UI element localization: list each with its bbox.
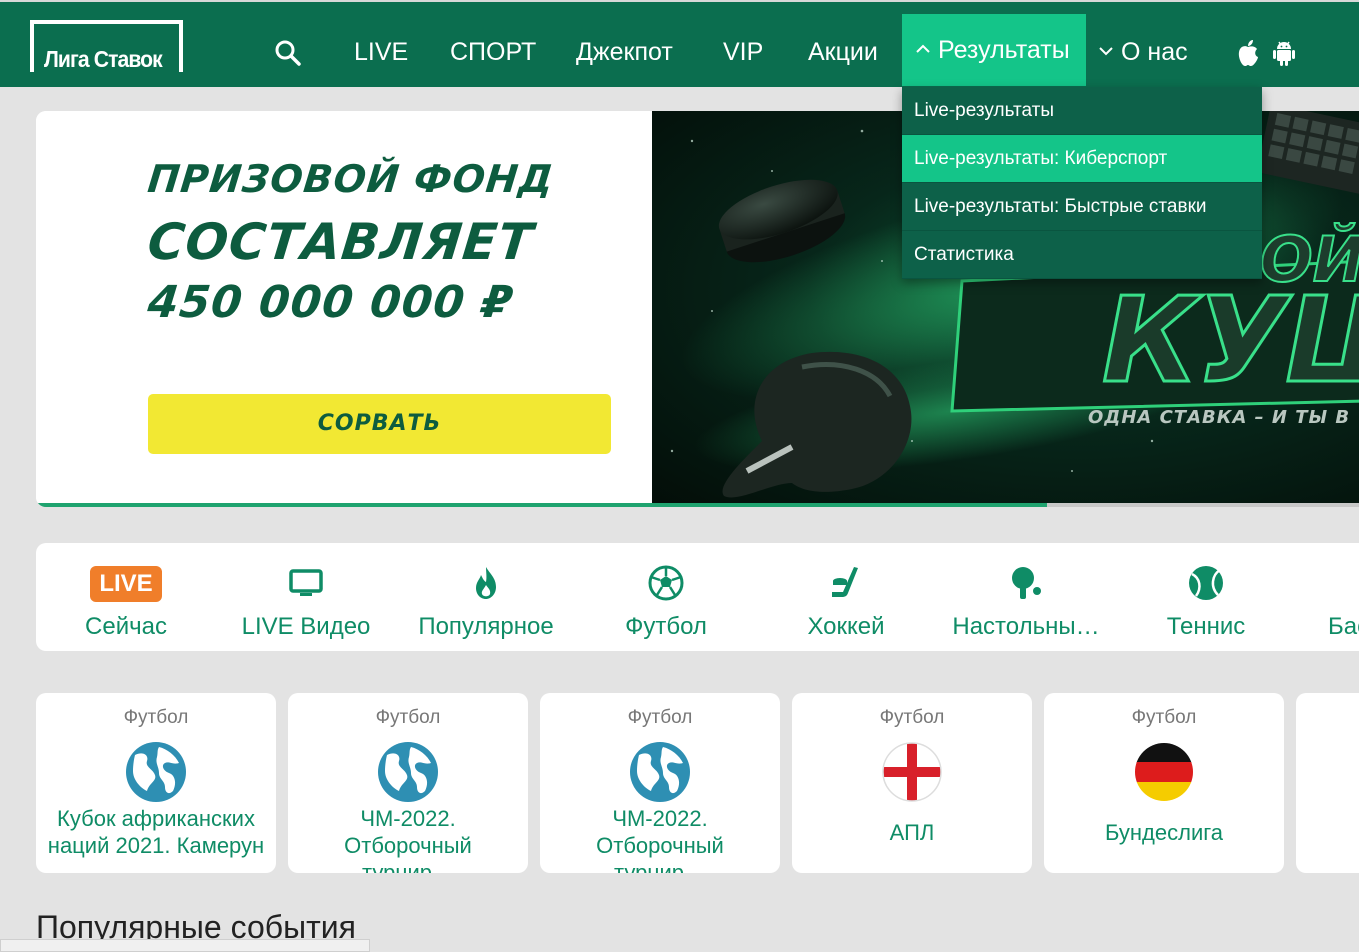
card-sport: Футбол (375, 707, 441, 728)
card-league-name: Бундеслига (1104, 820, 1224, 845)
card-league-name: ЧМ-2022. Отборочный турнир… (344, 806, 472, 873)
banner-line-2: СОСТАВЛЯЕТ (144, 213, 537, 271)
globe-icon (126, 742, 186, 802)
nav-jackpot[interactable]: Джекпот (576, 16, 673, 88)
banner-line-3: 450 000 000 ₽ (145, 277, 516, 328)
nav-live-label: LIVE (354, 38, 409, 66)
results-dropdown: Live-результаты Live-результаты: Киберсп… (902, 87, 1262, 279)
nav-live[interactable]: LIVE (354, 16, 408, 88)
league-card[interactable]: Футбол Кубок африканских наций 2021. Кам… (36, 693, 276, 873)
sport-live-now[interactable]: LIVE Сейчас (36, 543, 216, 651)
globe-icon (378, 742, 438, 802)
header: Лига Ставок LIVE СПОРТ Джекпот VIP Акции… (0, 2, 1359, 87)
logo[interactable]: Лига Ставок (30, 20, 183, 72)
table-tennis-icon (1012, 567, 1041, 599)
apple-icon[interactable] (1236, 38, 1260, 68)
nav-vip[interactable]: VIP (723, 16, 763, 88)
card-sport: Футбол (123, 707, 189, 728)
promo-sub-text: ОДНА СТАВКА – И ТЫ В (1088, 407, 1351, 428)
fire-icon (476, 567, 496, 599)
chevron-down-icon (1099, 47, 1113, 56)
banner-line-1: ПРИЗОВОЙ ФОНД (145, 157, 557, 201)
live-badge: LIVE (90, 566, 162, 602)
results-menu-fast-bets[interactable]: Live-результаты: Быстрые ставки (902, 183, 1262, 231)
card-league-name: АПЛ (889, 820, 935, 845)
sport-hockey[interactable]: Хоккей (756, 543, 936, 651)
promo-big-text: КУШ (1100, 270, 1359, 411)
sport-label: Теннис (1166, 613, 1246, 640)
england-flag-icon (882, 742, 942, 802)
nav-about-label: О нас (1121, 38, 1188, 66)
nav-promotions[interactable]: Акции (808, 16, 878, 88)
sport-label: Сейчас (85, 613, 167, 640)
sport-popular[interactable]: Популярное (396, 543, 576, 651)
sport-categories: LIVE Сейчас LIVE Видео Популярное Футбол… (36, 543, 1359, 651)
sport-label: LIVE Видео (241, 613, 371, 640)
card-league-name: Кубок африканских наций 2021. Камерун (47, 806, 265, 858)
sport-label: Футбол (625, 613, 707, 640)
sport-tennis[interactable]: Теннис (1116, 543, 1296, 651)
nav-sport[interactable]: СПОРТ (450, 16, 536, 88)
league-card-partial[interactable] (1296, 693, 1359, 873)
nav-promotions-label: Акции (808, 38, 878, 66)
card-sport: Футбол (879, 707, 945, 728)
chevron-up-icon (916, 44, 930, 54)
nav-results[interactable]: Результаты (902, 14, 1086, 86)
results-menu-live[interactable]: Live-результаты (902, 87, 1262, 135)
nav-about[interactable]: О нас (1097, 16, 1188, 88)
card-sport: Футбол (1131, 707, 1197, 728)
nav-results-label: Результаты (938, 36, 1070, 64)
card-league-name: ЧМ-2022. Отборочный турнир… (596, 806, 724, 873)
league-card[interactable]: Футбол АПЛ (792, 693, 1032, 873)
banner-text-panel: ПРИЗОВОЙ ФОНД СОСТАВЛЯЕТ 450 000 000 ₽ С… (36, 111, 652, 503)
tennis-ball-icon (1189, 566, 1223, 600)
sport-label: Хоккей (807, 613, 885, 640)
sport-label: Настольны… (952, 613, 1100, 640)
league-card[interactable]: Футбол Бундеслига (1044, 693, 1284, 873)
hockey-icon (832, 567, 858, 597)
carousel-progress (36, 503, 1047, 507)
card-sport: Футбол (627, 707, 693, 728)
sport-label: Популярное (418, 613, 554, 640)
league-card[interactable]: Футбол ЧМ-2022. Отборочный турнир… (540, 693, 780, 873)
banner-cta-button[interactable]: СОРВАТЬ (148, 394, 611, 454)
globe-icon (630, 742, 690, 802)
browser-status-bar (0, 939, 370, 952)
nav-sport-label: СПОРТ (450, 38, 537, 66)
logo-text: Лига Ставок (44, 46, 163, 72)
tv-icon (289, 569, 323, 596)
sport-football[interactable]: Футбол (576, 543, 756, 651)
results-menu-esports[interactable]: Live-результаты: Киберспорт (902, 135, 1262, 183)
sport-live-video[interactable]: LIVE Видео (216, 543, 396, 651)
nav-vip-label: VIP (723, 38, 764, 66)
league-card[interactable]: Футбол ЧМ-2022. Отборочный турнир… (288, 693, 528, 873)
results-menu-statistics[interactable]: Статистика (902, 231, 1262, 279)
search-icon[interactable] (274, 39, 302, 67)
soccer-ball-icon (648, 565, 684, 601)
germany-flag-icon (1135, 743, 1193, 801)
sport-basketball[interactable]: Баск (1296, 543, 1359, 651)
nav-jackpot-label: Джекпот (576, 38, 673, 66)
sport-table-tennis[interactable]: Настольны… (936, 543, 1116, 651)
sport-label: Баск (1328, 613, 1359, 640)
android-icon[interactable] (1272, 38, 1296, 68)
